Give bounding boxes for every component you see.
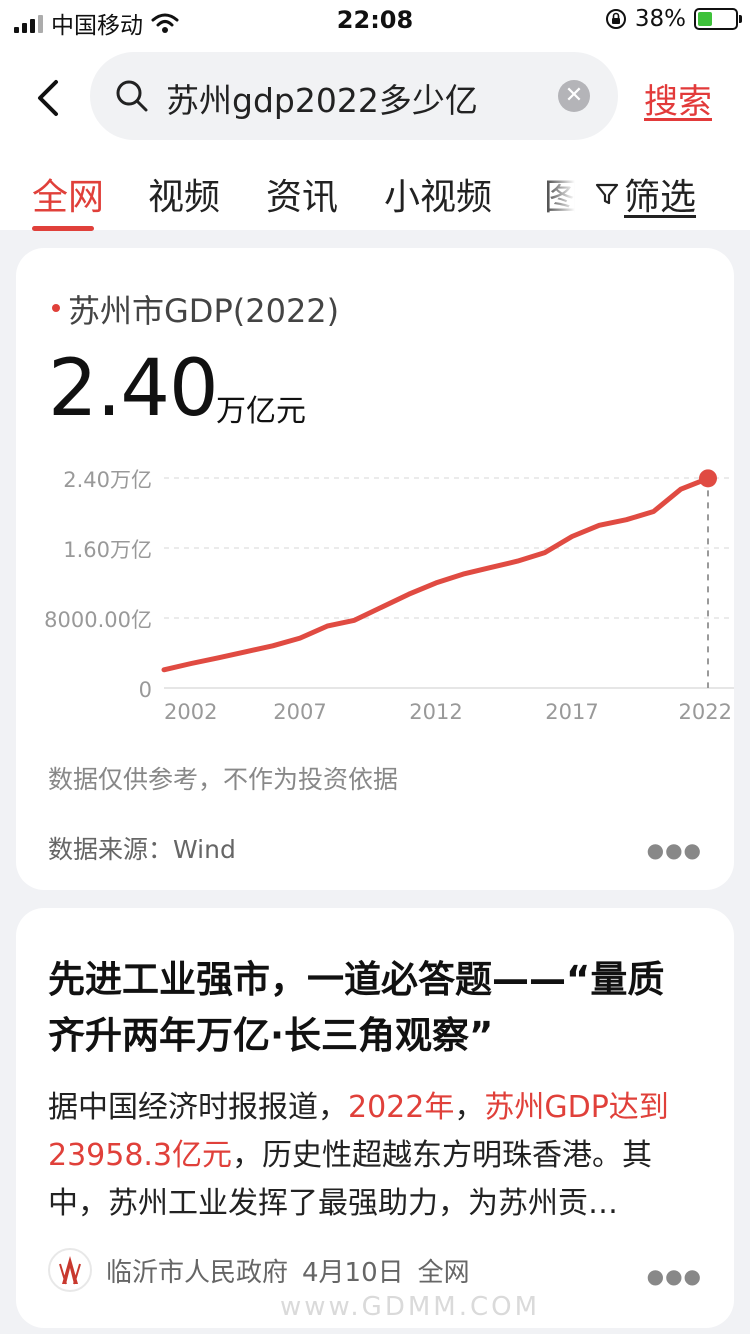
y-tick-label: 2.40万亿 bbox=[63, 468, 152, 492]
active-tab-indicator bbox=[32, 226, 94, 231]
article-card[interactable]: 先进工业强市，一道必答题——“量质齐升两年万亿·长三角观察” 据中国经济时报报道… bbox=[16, 908, 734, 1328]
source-label: 数据来源： bbox=[48, 835, 174, 864]
y-tick-label: 8000.00亿 bbox=[44, 608, 152, 632]
article-title[interactable]: 先进工业强市，一道必答题——“量质齐升两年万亿·长三角观察” bbox=[48, 952, 698, 1064]
highlight-point bbox=[699, 469, 717, 488]
filter-button[interactable]: 筛选 bbox=[594, 168, 696, 220]
article-meta: 临沂市人民政府 4月10日 全网 bbox=[48, 1248, 470, 1292]
x-tick-label: 2017 bbox=[545, 700, 598, 724]
orientation-lock-icon bbox=[605, 9, 626, 29]
tab-video[interactable]: 视频 bbox=[148, 168, 220, 220]
gdp-answer-card[interactable]: 苏州市GDP(2022) 2.40 万亿元 0 8000.00亿 1.60万亿 2.4… bbox=[16, 248, 734, 890]
summary-text: 据中国经济时报报道， bbox=[48, 1090, 348, 1125]
tab-news[interactable]: 资讯 bbox=[266, 168, 338, 220]
gdp-line-chart[interactable]: 0 8000.00亿 1.60万亿 2.40万亿 2002 2007 2012 2017 202… bbox=[16, 448, 734, 738]
source-value: Wind bbox=[173, 835, 236, 864]
disclaimer-text: 数据仅供参考，不作为投资依据 bbox=[48, 765, 399, 794]
x-tick-label: 2007 bbox=[273, 700, 326, 724]
search-query[interactable]: 苏州gdp2022多少亿 bbox=[166, 74, 478, 122]
article-channel: 全网 bbox=[417, 1257, 470, 1288]
kpi-unit: 万亿元 bbox=[216, 394, 306, 429]
status-bar: 中国移动 22:08 38% bbox=[0, 0, 750, 44]
filter-label: 筛选 bbox=[624, 177, 697, 218]
data-source: 数据来源：Wind bbox=[48, 830, 236, 866]
more-options-icon[interactable]: ●●● bbox=[647, 838, 702, 862]
kpi-label: 苏州市GDP(2022) bbox=[68, 292, 340, 330]
kpi-value: 2.40 bbox=[48, 344, 219, 434]
battery-level bbox=[698, 12, 712, 26]
series-line bbox=[161, 475, 711, 673]
back-chevron-icon[interactable] bbox=[30, 78, 70, 118]
x-tick-label: 2002 bbox=[164, 700, 217, 724]
x-tick-label: 2012 bbox=[409, 700, 462, 724]
search-header: 苏州gdp2022多少亿 ✕ 搜索 全网 视频 资讯 小视频 图 筛选 bbox=[0, 44, 750, 231]
x-tick-label: 2022 bbox=[679, 700, 732, 724]
tab-all[interactable]: 全网 bbox=[32, 168, 104, 220]
tab-bar: 全网 视频 资讯 小视频 图 筛选 bbox=[0, 168, 750, 231]
search-button[interactable]: 搜索 bbox=[644, 74, 712, 123]
article-source[interactable]: 临沂市人民政府 bbox=[106, 1252, 288, 1289]
battery-percent: 38% bbox=[634, 6, 686, 32]
search-icon bbox=[116, 80, 148, 112]
y-tick-label: 1.60万亿 bbox=[63, 538, 152, 562]
battery-icon bbox=[694, 8, 742, 30]
filter-funnel-icon bbox=[595, 183, 619, 205]
summary-text: ， bbox=[454, 1090, 485, 1125]
more-options-icon[interactable]: ●●● bbox=[647, 1264, 702, 1288]
y-tick-label: 0 bbox=[139, 678, 152, 702]
tab-short-video[interactable]: 小视频 bbox=[384, 168, 492, 220]
article-date: 4月10日 bbox=[302, 1257, 404, 1288]
article-summary: 据中国经济时报报道，2022年，苏州GDP达到23958.3亿元，历史性超越东方… bbox=[48, 1084, 708, 1228]
clear-icon[interactable]: ✕ bbox=[558, 80, 590, 112]
summary-highlight: 2022年 bbox=[348, 1090, 455, 1125]
label-dot bbox=[52, 304, 60, 312]
search-input[interactable]: 苏州gdp2022多少亿 ✕ bbox=[90, 52, 618, 140]
watermark: www.GDMM.COM bbox=[280, 1292, 541, 1322]
source-logo bbox=[48, 1248, 92, 1292]
